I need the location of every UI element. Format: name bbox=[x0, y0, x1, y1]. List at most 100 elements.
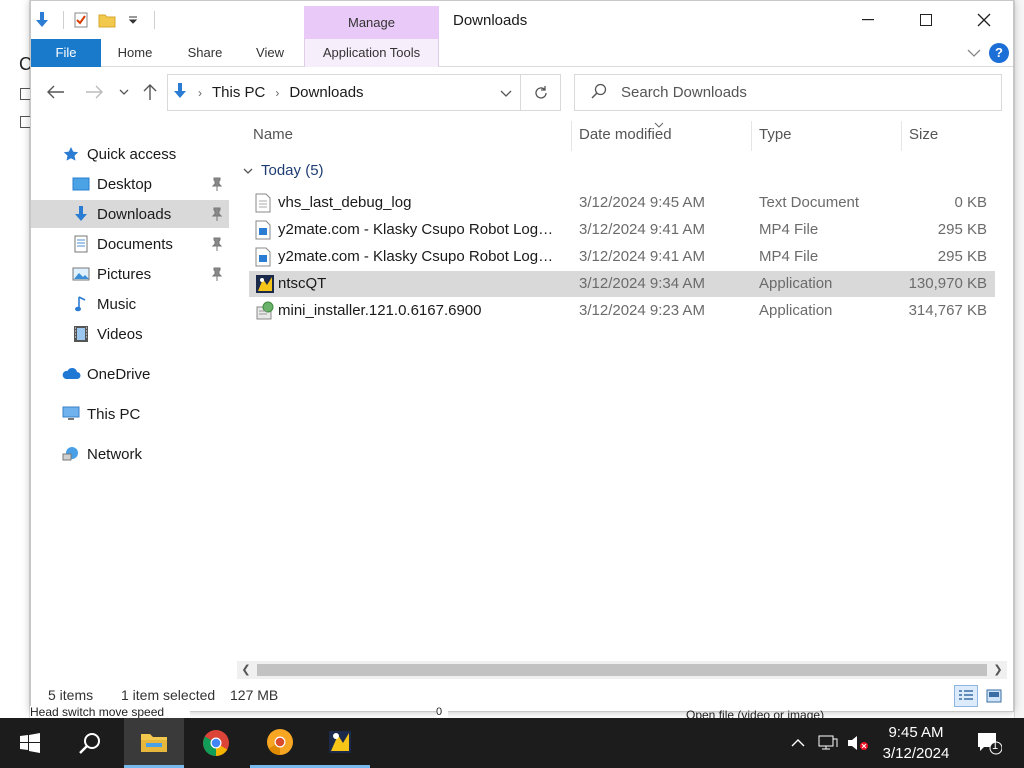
minimize-button[interactable] bbox=[839, 1, 897, 39]
file-date: 3/12/2024 9:34 AM bbox=[579, 275, 705, 292]
ntscqt-taskbar-button[interactable] bbox=[310, 718, 370, 768]
search-input[interactable] bbox=[621, 84, 961, 101]
file-row[interactable]: mini_installer.121.0.6167.6900 3/12/2024… bbox=[249, 298, 995, 324]
file-row-selected[interactable]: ntscQT 3/12/2024 9:34 AM Application 130… bbox=[249, 271, 995, 297]
column-separator[interactable] bbox=[751, 121, 752, 151]
refresh-button[interactable] bbox=[521, 74, 561, 111]
file-row[interactable]: y2mate.com - Klasky Csupo Robot Logo_...… bbox=[249, 244, 995, 270]
scroll-right-arrow-icon[interactable]: ❯ bbox=[989, 661, 1007, 679]
volume-muted-icon[interactable] bbox=[844, 718, 872, 768]
pin-icon[interactable] bbox=[211, 237, 223, 255]
file-date: 3/12/2024 9:41 AM bbox=[579, 248, 705, 265]
nav-label: Pictures bbox=[97, 265, 152, 283]
nav-this-pc[interactable]: This PC bbox=[31, 400, 229, 428]
column-header-date-modified[interactable]: Date modified bbox=[579, 117, 749, 153]
nav-videos[interactable]: Videos bbox=[31, 320, 229, 348]
tab-application-tools[interactable]: Application Tools bbox=[304, 39, 439, 67]
text-file-icon bbox=[255, 193, 275, 213]
nav-label: This PC bbox=[87, 405, 141, 423]
recent-locations-chevron-icon[interactable] bbox=[111, 79, 137, 105]
video-file-icon bbox=[255, 247, 275, 267]
nav-music[interactable]: Music bbox=[31, 290, 229, 318]
search-taskbar-button[interactable] bbox=[60, 718, 120, 768]
breadcrumb-this-pc[interactable]: This PC bbox=[212, 84, 265, 101]
column-header-type[interactable]: Type bbox=[759, 117, 899, 153]
file-row[interactable]: vhs_last_debug_log 3/12/2024 9:45 AM Tex… bbox=[249, 190, 995, 216]
show-hidden-icons-chevron-icon[interactable] bbox=[786, 718, 810, 768]
nav-network[interactable]: Network bbox=[31, 440, 229, 468]
breadcrumb-chevron-icon[interactable]: › bbox=[198, 86, 202, 100]
customize-toolbar-chevron-icon[interactable] bbox=[122, 9, 144, 31]
properties-icon[interactable] bbox=[70, 9, 92, 31]
search-box[interactable] bbox=[574, 74, 1002, 111]
close-button[interactable] bbox=[955, 1, 1013, 39]
tab-home[interactable]: Home bbox=[105, 39, 165, 67]
file-explorer-taskbar-button[interactable] bbox=[124, 718, 184, 768]
file-name: vhs_last_debug_log bbox=[278, 194, 412, 211]
nav-label: Downloads bbox=[97, 205, 172, 223]
taskbar-clock[interactable]: 9:45 AM 3/12/2024 bbox=[876, 722, 956, 764]
nav-pictures[interactable]: Pictures bbox=[31, 260, 229, 288]
file-name: y2mate.com - Klasky Csupo Robot Logo_... bbox=[278, 221, 560, 238]
tab-view[interactable]: View bbox=[245, 39, 295, 67]
action-center-button[interactable]: 1 bbox=[976, 731, 1003, 758]
chrome-canary-taskbar-button[interactable] bbox=[250, 718, 310, 768]
nav-desktop[interactable]: Desktop bbox=[31, 170, 229, 198]
file-name: mini_installer.121.0.6167.6900 bbox=[278, 302, 482, 319]
network-tray-icon[interactable] bbox=[814, 718, 842, 768]
tab-file[interactable]: File bbox=[31, 39, 101, 67]
ribbon-tabs: File Home Share View Application Tools ? bbox=[31, 39, 1013, 67]
file-type: MP4 File bbox=[759, 221, 819, 238]
file-size: 295 KB bbox=[937, 248, 987, 265]
file-name: ntscQT bbox=[278, 275, 327, 292]
nav-documents[interactable]: Documents bbox=[31, 230, 229, 258]
column-header-name[interactable]: Name bbox=[253, 117, 569, 153]
breadcrumb-downloads[interactable]: Downloads bbox=[289, 84, 363, 101]
back-arrow-icon[interactable] bbox=[43, 79, 69, 105]
chrome-taskbar-button[interactable] bbox=[186, 718, 246, 768]
pin-icon[interactable] bbox=[211, 177, 223, 195]
file-row[interactable]: y2mate.com - Klasky Csupo Robot Logo_...… bbox=[249, 217, 995, 243]
nav-quick-access[interactable]: Quick access bbox=[31, 140, 229, 168]
ntscqt-app-icon bbox=[329, 730, 351, 753]
column-separator[interactable] bbox=[571, 121, 572, 151]
collapse-group-chevron-icon[interactable] bbox=[243, 162, 253, 179]
address-dropdown-chevron-icon[interactable] bbox=[500, 85, 512, 102]
manage-contextual-tab[interactable]: Manage bbox=[304, 6, 439, 39]
pin-icon[interactable] bbox=[211, 207, 223, 225]
pin-icon[interactable] bbox=[211, 267, 223, 285]
forward-arrow-icon[interactable] bbox=[81, 79, 107, 105]
file-size: 0 KB bbox=[954, 194, 987, 211]
tab-share[interactable]: Share bbox=[177, 39, 233, 67]
window-title: Downloads bbox=[453, 12, 528, 29]
scrollbar-thumb[interactable] bbox=[257, 664, 987, 676]
group-header-today[interactable]: Today (5) bbox=[243, 162, 324, 179]
maximize-button[interactable] bbox=[897, 1, 955, 39]
breadcrumb-chevron-icon[interactable]: › bbox=[275, 86, 279, 100]
up-arrow-icon[interactable] bbox=[137, 79, 163, 105]
horizontal-scrollbar[interactable]: ❮ ❯ bbox=[237, 661, 1007, 679]
large-icons-view-button[interactable] bbox=[982, 685, 1006, 707]
details-view-button[interactable] bbox=[954, 685, 978, 707]
notification-count: 1 bbox=[992, 740, 999, 752]
column-header-size[interactable]: Size bbox=[909, 117, 999, 153]
scroll-left-arrow-icon[interactable]: ❮ bbox=[237, 661, 255, 679]
expand-ribbon-chevron-icon[interactable] bbox=[967, 45, 981, 61]
column-separator[interactable] bbox=[901, 121, 902, 151]
nav-downloads[interactable]: Downloads bbox=[31, 200, 229, 228]
file-type: Application bbox=[759, 275, 833, 292]
start-button[interactable] bbox=[0, 718, 60, 768]
help-button[interactable]: ? bbox=[989, 43, 1009, 63]
nav-label: Quick access bbox=[87, 145, 177, 163]
new-folder-icon[interactable] bbox=[96, 9, 118, 31]
ntscqt-app-icon bbox=[255, 274, 275, 294]
large-icons-view-icon bbox=[986, 689, 1002, 703]
downloads-folder-icon bbox=[172, 82, 188, 104]
downloads-arrow-icon[interactable] bbox=[31, 9, 53, 31]
address-bar[interactable]: › This PC › Downloads bbox=[167, 74, 521, 111]
file-size: 130,970 KB bbox=[908, 275, 987, 292]
nav-onedrive[interactable]: OneDrive bbox=[31, 360, 229, 388]
file-date: 3/12/2024 9:41 AM bbox=[579, 221, 705, 238]
group-label: Today (5) bbox=[261, 162, 324, 179]
pictures-icon bbox=[71, 265, 91, 283]
